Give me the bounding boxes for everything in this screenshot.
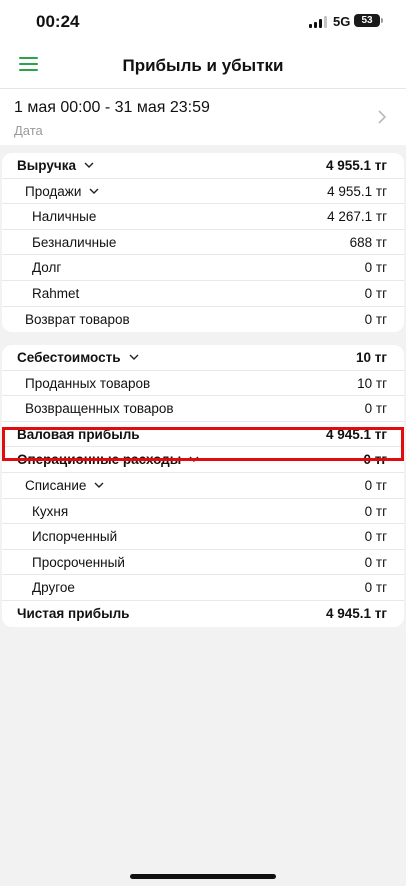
kitchen-label: Кухня — [32, 503, 69, 519]
debt-value: 0 тг — [364, 260, 387, 276]
chevron-down-icon[interactable] — [89, 188, 99, 194]
cost-label: Себестоимость — [17, 350, 121, 365]
net-profit-label: Чистая прибыль — [17, 605, 130, 621]
expired-label: Просроченный — [32, 554, 125, 570]
operating-expenses-row[interactable]: Операционные расходы 0 тг — [2, 447, 404, 473]
chevron-down-icon[interactable] — [84, 162, 94, 168]
kitchen-row: Кухня 0 тг — [2, 499, 404, 525]
signal-icon — [309, 16, 327, 28]
chevron-right-icon — [378, 110, 386, 124]
net-profit-row: Чистая прибыль 4 945.1 тг — [2, 601, 404, 627]
other-row: Другое 0 тг — [2, 575, 404, 601]
sales-row[interactable]: Продажи 4 955.1 тг — [2, 179, 404, 205]
revenue-card: Выручка 4 955.1 тг Продажи 4 955.1 тг На… — [2, 153, 404, 333]
cost-value: 10 тг — [355, 350, 387, 365]
gross-profit-value: 4 945.1 тг — [325, 426, 387, 442]
kitchen-value: 0 тг — [364, 503, 387, 519]
gross-profit-label: Валовая прибыль — [17, 426, 140, 442]
battery-tip — [381, 18, 383, 23]
other-label: Другое — [32, 580, 75, 596]
cash-value: 4 267.1 тг — [327, 209, 387, 225]
writeoff-value: 0 тг — [364, 477, 387, 493]
spoiled-row: Испорченный 0 тг — [2, 524, 404, 550]
operating-expenses-value: 0 тг — [363, 452, 388, 468]
cash-label: Наличные — [32, 209, 97, 225]
returned-goods-value: 0 тг — [364, 401, 387, 417]
rahmet-value: 0 тг — [364, 285, 387, 301]
expired-value: 0 тг — [364, 554, 387, 570]
rahmet-label: Rahmet — [32, 285, 80, 301]
returns-row: Возврат товаров 0 тг — [2, 307, 404, 333]
page-title: Прибыль и убытки — [122, 56, 284, 75]
returns-label: Возврат товаров — [25, 311, 130, 327]
cashless-label: Безналичные — [32, 234, 117, 250]
sales-label: Продажи — [25, 183, 82, 199]
cash-row: Наличные 4 267.1 тг — [2, 204, 404, 230]
status-time: 00:24 — [36, 12, 80, 31]
home-indicator — [130, 874, 276, 879]
returns-value: 0 тг — [364, 311, 387, 327]
sales-value: 4 955.1 тг — [327, 183, 387, 199]
chevron-down-icon[interactable] — [94, 482, 104, 488]
sold-goods-row: Проданных товаров 10 тг — [2, 371, 404, 397]
revenue-value: 4 955.1 тг — [325, 158, 387, 173]
chevron-down-icon[interactable] — [189, 456, 199, 463]
cashless-value: 688 тг — [349, 234, 387, 250]
cashless-row: Безналичные 688 тг — [2, 230, 404, 256]
writeoff-label: Списание — [25, 477, 87, 493]
revenue-row[interactable]: Выручка 4 955.1 тг — [2, 153, 404, 179]
gross-profit-row: Валовая прибыль 4 945.1 тг — [2, 422, 404, 448]
spoiled-label: Испорченный — [32, 529, 118, 545]
date-range-label: Дата — [14, 123, 43, 138]
returned-goods-row: Возвращенных товаров 0 тг — [2, 396, 404, 422]
battery-icon: 53 — [354, 14, 380, 27]
expired-row: Просроченный 0 тг — [2, 550, 404, 576]
status-bar: 00:24 5G 53 — [0, 0, 406, 44]
revenue-label: Выручка — [17, 158, 76, 173]
date-range-value: 1 мая 00:00 - 31 мая 23:59 — [14, 99, 210, 116]
sold-goods-value: 10 тг — [357, 375, 387, 391]
rahmet-row: Rahmet 0 тг — [2, 281, 404, 307]
debt-row: Долг 0 тг — [2, 255, 404, 281]
net-profit-value: 4 945.1 тг — [325, 605, 387, 621]
debt-label: Долг — [32, 260, 62, 276]
spoiled-value: 0 тг — [364, 529, 387, 545]
nav-bar: Прибыль и убытки — [0, 44, 406, 88]
chevron-down-icon[interactable] — [129, 354, 139, 360]
date-range-selector[interactable]: 1 мая 00:00 - 31 мая 23:59 Дата — [0, 88, 406, 145]
network-type: 5G — [333, 14, 351, 29]
operating-expenses-label: Операционные расходы — [17, 452, 182, 468]
returned-goods-label: Возвращенных товаров — [25, 401, 174, 417]
writeoff-row[interactable]: Списание 0 тг — [2, 473, 404, 499]
expenses-card: Себестоимость 10 тг Проданных товаров 10… — [2, 345, 404, 627]
other-value: 0 тг — [364, 580, 387, 596]
sold-goods-label: Проданных товаров — [25, 375, 151, 391]
cost-row[interactable]: Себестоимость 10 тг — [2, 345, 404, 371]
